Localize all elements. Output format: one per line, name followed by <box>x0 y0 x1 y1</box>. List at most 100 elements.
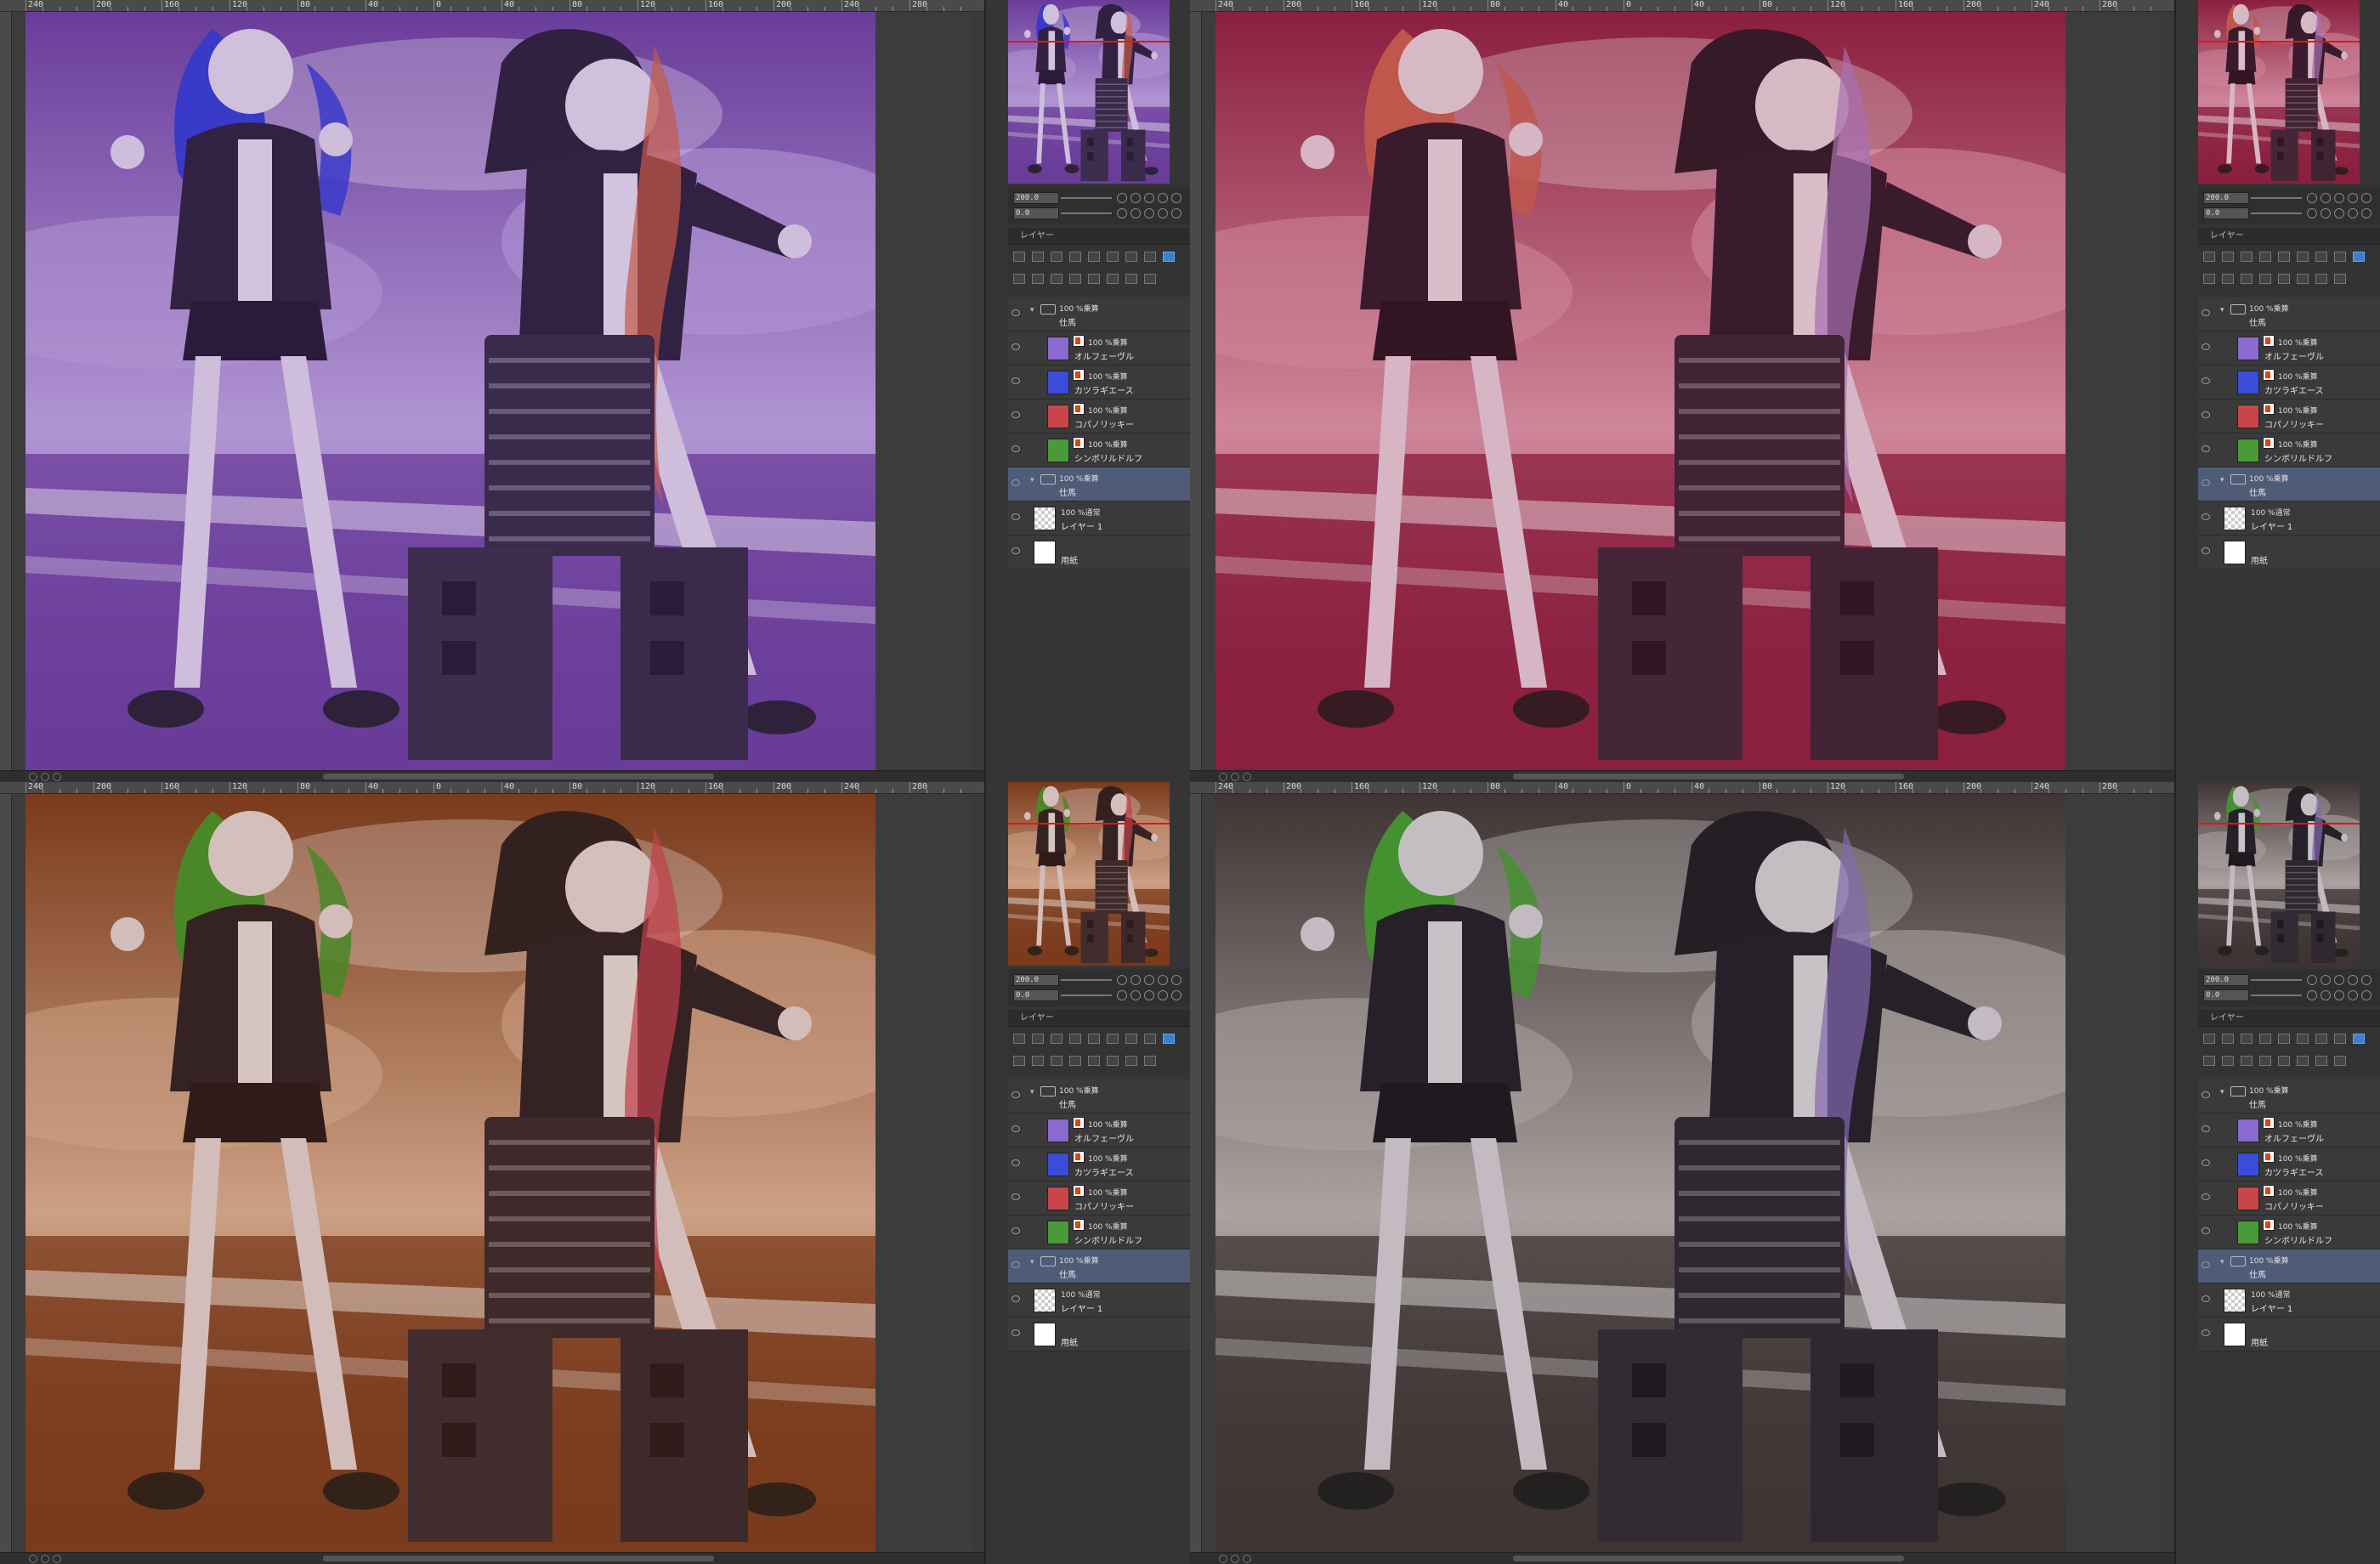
visibility-eye-icon[interactable] <box>2202 1125 2210 1132</box>
combine-icon[interactable] <box>2259 1056 2271 1066</box>
color-icon[interactable] <box>1163 252 1175 262</box>
layer-row[interactable]: ▾ 100 %乗算 仕馬 <box>2198 1080 2380 1114</box>
actual-size-icon[interactable] <box>1144 193 1154 203</box>
flip-horizontal-icon[interactable] <box>1158 208 1168 218</box>
visibility-eye-icon[interactable] <box>1012 1329 1020 1336</box>
palette-icon[interactable] <box>1144 1034 1156 1044</box>
zoom-out-icon[interactable] <box>1219 1555 1227 1563</box>
folder-chevron-icon[interactable]: ▾ <box>2220 1088 2224 1096</box>
horizontal-scrollbar[interactable] <box>1513 774 1904 779</box>
reset-rotation-icon[interactable] <box>2334 990 2344 1000</box>
layer-row[interactable]: 100 %通常 レイヤー 1 <box>1008 502 1190 536</box>
mask-icon[interactable] <box>1125 1034 1137 1044</box>
zoom-in-icon[interactable] <box>41 773 49 781</box>
zoom-out-icon[interactable] <box>29 1555 37 1563</box>
navigator-view-frame[interactable] <box>2198 41 2360 42</box>
reference-icon[interactable] <box>2297 252 2309 262</box>
horizontal-scrollbar[interactable] <box>323 774 714 779</box>
fit-icon[interactable] <box>1243 773 1251 781</box>
navigator-view-frame[interactable] <box>1008 41 1170 42</box>
zoom-in-icon[interactable] <box>1130 975 1141 985</box>
visibility-eye-icon[interactable] <box>1012 411 1020 418</box>
merge-icon[interactable] <box>1051 274 1062 284</box>
flip-horizontal-icon[interactable] <box>2348 208 2358 218</box>
panel-icon[interactable] <box>2203 1056 2215 1066</box>
copy-icon[interactable] <box>2222 274 2234 284</box>
reset-rotation-icon[interactable] <box>1144 990 1154 1000</box>
new-vector-icon[interactable] <box>1032 252 1044 262</box>
folder-chevron-icon[interactable]: ▾ <box>2220 476 2224 484</box>
layer-row[interactable]: 100 %乗算 オルフェーヴル <box>1008 332 1190 366</box>
visibility-eye-icon[interactable] <box>1012 479 1020 486</box>
copy-icon[interactable] <box>1032 274 1044 284</box>
canvas-image[interactable] <box>26 794 876 1552</box>
mask-icon[interactable] <box>2315 1034 2327 1044</box>
visibility-eye-icon[interactable] <box>1012 1159 1020 1166</box>
folder-chevron-icon[interactable]: ▾ <box>1030 1258 1034 1266</box>
layer-row[interactable]: 100 %乗算 カツラギエース <box>2198 366 2380 400</box>
tab-layer[interactable]: レイヤー <box>2205 1012 2249 1025</box>
new-raster-icon[interactable] <box>1013 1034 1025 1044</box>
rotate-right-icon[interactable] <box>2320 208 2331 218</box>
layer-row[interactable]: 用紙 <box>2198 1318 2380 1352</box>
zoom-slider[interactable] <box>2251 197 2302 199</box>
layer-row[interactable]: 用紙 <box>1008 536 1190 570</box>
clip-icon[interactable] <box>1088 1034 1100 1044</box>
rotate-left-icon[interactable] <box>1117 990 1127 1000</box>
layer-row[interactable]: ▾ 100 %乗算 仕馬 <box>2198 1250 2380 1284</box>
canvas-area[interactable] <box>1202 12 2162 770</box>
rotation-slider[interactable] <box>2251 994 2302 996</box>
duplicate-icon[interactable] <box>2315 1056 2327 1066</box>
fit-icon[interactable] <box>1243 1555 1251 1563</box>
zoom-out-icon[interactable] <box>2307 975 2317 985</box>
zoom-field[interactable]: 200.0 <box>1013 192 1059 204</box>
new-raster-icon[interactable] <box>2203 252 2215 262</box>
folder-chevron-icon[interactable]: ▾ <box>2220 306 2224 314</box>
layer-row[interactable]: ▾ 100 %乗算 仕馬 <box>1008 468 1190 502</box>
new-folder-icon[interactable] <box>2241 252 2252 262</box>
rotate-left-icon[interactable] <box>2307 990 2317 1000</box>
visibility-eye-icon[interactable] <box>2202 513 2210 520</box>
navigator-view-frame[interactable] <box>1008 823 1170 824</box>
visibility-eye-icon[interactable] <box>2202 1261 2210 1268</box>
fit-icon[interactable] <box>1171 193 1182 203</box>
canvas-image[interactable] <box>26 12 876 770</box>
navigator-view-frame[interactable] <box>2198 823 2360 824</box>
clip-icon[interactable] <box>1088 252 1100 262</box>
canvas-area[interactable] <box>12 794 972 1552</box>
zoom-in-icon[interactable] <box>1130 193 1141 203</box>
mask-icon[interactable] <box>1125 252 1137 262</box>
fit-window-icon[interactable] <box>2348 975 2358 985</box>
actual-size-icon[interactable] <box>2334 193 2344 203</box>
layer-row[interactable]: 100 %乗算 シンボリルドルフ <box>1008 1216 1190 1250</box>
layer-row[interactable]: 100 %乗算 カツラギエース <box>1008 366 1190 400</box>
flip-vertical-icon[interactable] <box>1171 208 1182 218</box>
zoom-field[interactable]: 200.0 <box>2203 192 2249 204</box>
combine-icon[interactable] <box>1069 274 1081 284</box>
fit-icon[interactable] <box>53 1555 61 1563</box>
color-icon[interactable] <box>1163 1034 1175 1044</box>
folder-chevron-icon[interactable]: ▾ <box>1030 476 1034 484</box>
flip-vertical-icon[interactable] <box>2361 990 2372 1000</box>
new-folder-icon[interactable] <box>1051 1034 1062 1044</box>
zoom-out-icon[interactable] <box>2307 193 2317 203</box>
reset-rotation-icon[interactable] <box>1144 208 1154 218</box>
visibility-eye-icon[interactable] <box>1012 1261 1020 1268</box>
canvas-area[interactable] <box>1202 794 2162 1552</box>
rotation-slider[interactable] <box>1061 212 1112 214</box>
panel-icon[interactable] <box>1013 1056 1025 1066</box>
merge-icon[interactable] <box>1051 1056 1062 1066</box>
settings-icon[interactable] <box>2297 274 2309 284</box>
zoom-in-icon[interactable] <box>1231 773 1239 781</box>
delete-icon[interactable] <box>1088 1056 1100 1066</box>
tab-layer[interactable]: レイヤー <box>1015 230 1059 243</box>
lock-icon[interactable] <box>2259 252 2271 262</box>
visibility-eye-icon[interactable] <box>2202 1091 2210 1098</box>
layer-row[interactable]: ▾ 100 %乗算 仕馬 <box>1008 1080 1190 1114</box>
settings-icon[interactable] <box>2297 1056 2309 1066</box>
visibility-eye-icon[interactable] <box>2202 1329 2210 1336</box>
fit-window-icon[interactable] <box>1158 193 1168 203</box>
rotate-left-icon[interactable] <box>2307 208 2317 218</box>
reference-icon[interactable] <box>2297 1034 2309 1044</box>
visibility-eye-icon[interactable] <box>1012 1193 1020 1200</box>
